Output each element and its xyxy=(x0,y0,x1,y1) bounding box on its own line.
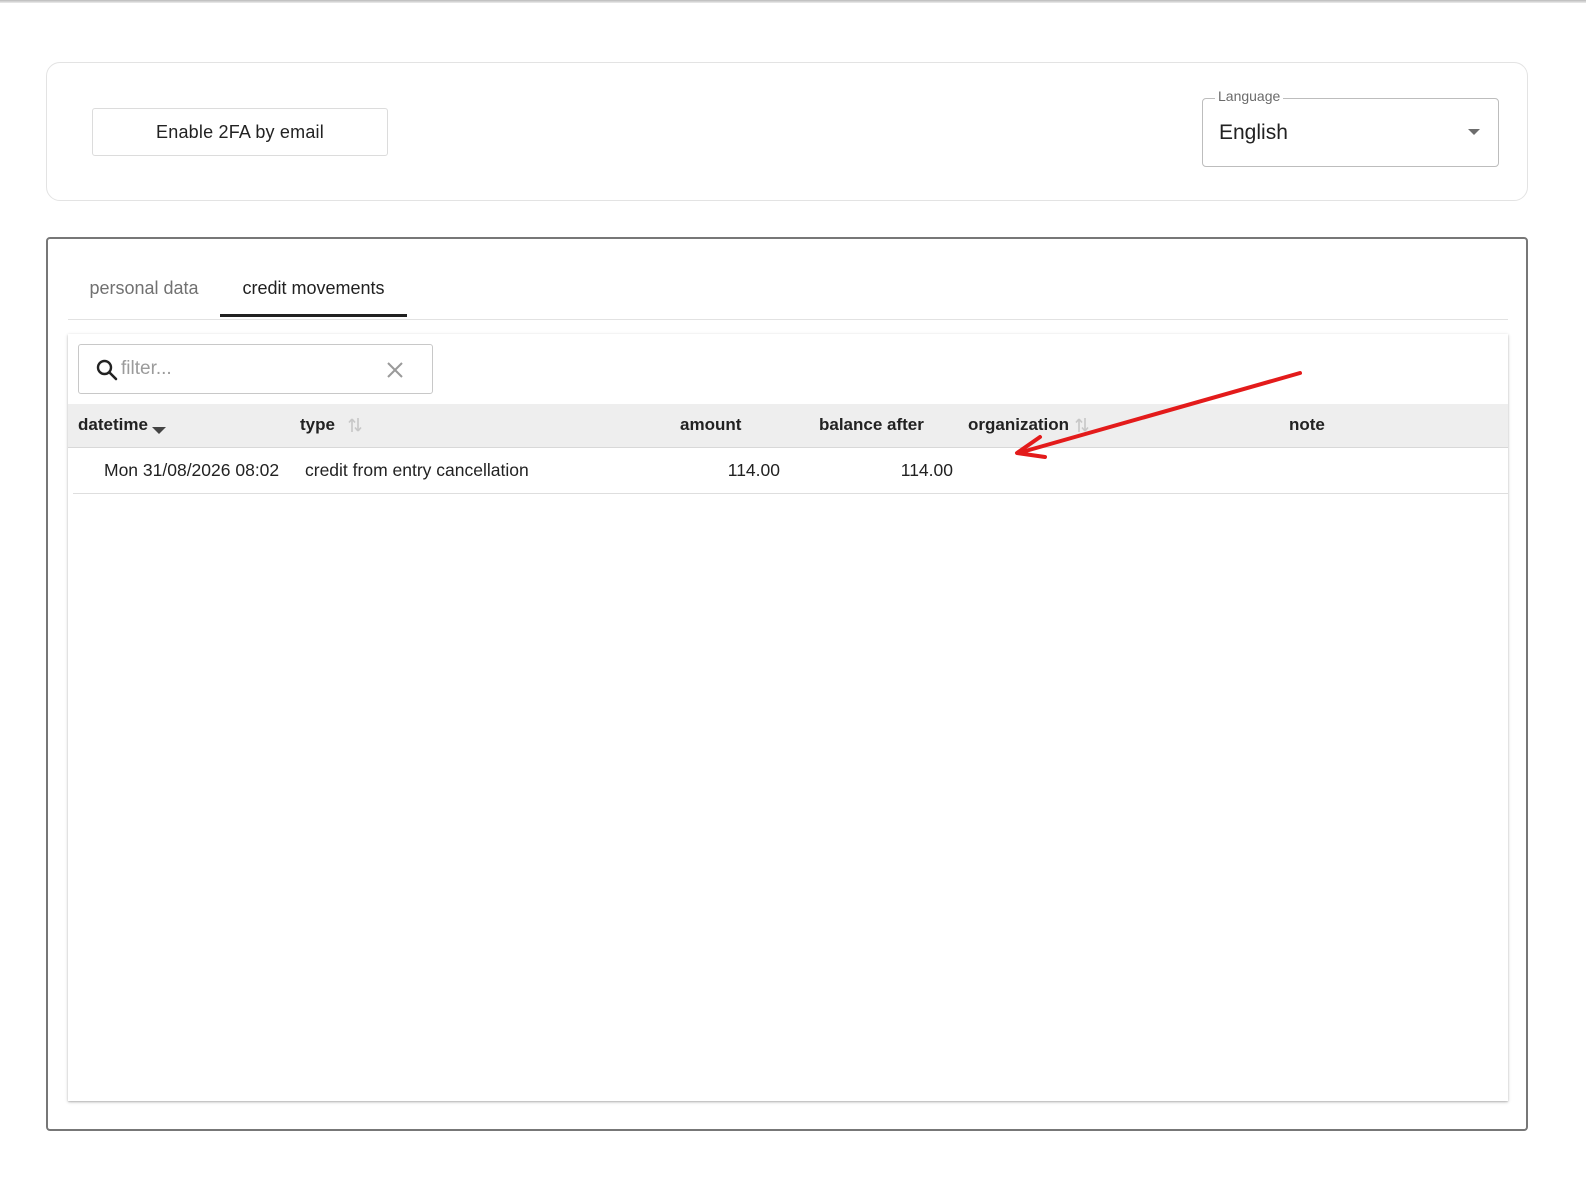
close-icon[interactable] xyxy=(385,360,405,380)
column-header-note: note xyxy=(1289,415,1325,434)
search-icon xyxy=(96,359,118,381)
language-label: Language xyxy=(1215,88,1284,104)
credit-movements-table: datetime type amount balance after organ… xyxy=(68,334,1508,1101)
column-header-organization[interactable]: organization xyxy=(968,415,1069,435)
sort-icon[interactable] xyxy=(347,416,363,434)
settings-card: Enable 2FA by email Language English xyxy=(46,62,1528,201)
filter-box xyxy=(78,344,433,394)
column-header-datetime[interactable]: datetime xyxy=(78,415,166,435)
table-row[interactable]: Mon 31/08/2026 08:02 credit from entry c… xyxy=(73,448,1508,494)
cell-datetime: Mon 31/08/2026 08:02 xyxy=(104,460,280,480)
column-header-balance-after: balance after xyxy=(819,415,924,434)
tab-personal-data[interactable]: personal data xyxy=(68,269,220,317)
enable-2fa-button[interactable]: Enable 2FA by email xyxy=(92,108,388,156)
column-header-label: datetime xyxy=(78,415,148,434)
language-select[interactable]: Language English xyxy=(1202,88,1499,167)
main-panel: personal data credit movements datetime … xyxy=(46,237,1528,1131)
tab-bar: personal data credit movements xyxy=(68,269,1508,320)
language-value: English xyxy=(1219,121,1288,144)
tab-credit-movements[interactable]: credit movements xyxy=(220,269,407,317)
caret-down-icon xyxy=(1468,129,1480,135)
table-header: datetime type amount balance after organ… xyxy=(68,404,1508,448)
cell-balance-after: 114.00 xyxy=(900,460,953,480)
filter-input[interactable] xyxy=(121,355,371,383)
cell-amount: 114.00 xyxy=(727,460,780,480)
sort-descending-icon xyxy=(151,427,166,434)
column-header-type[interactable]: type xyxy=(300,415,335,435)
top-bar-shadow xyxy=(0,0,1586,3)
sort-icon[interactable] xyxy=(1074,416,1090,434)
column-header-amount: amount xyxy=(680,415,742,434)
cell-type: credit from entry cancellation xyxy=(305,460,529,480)
